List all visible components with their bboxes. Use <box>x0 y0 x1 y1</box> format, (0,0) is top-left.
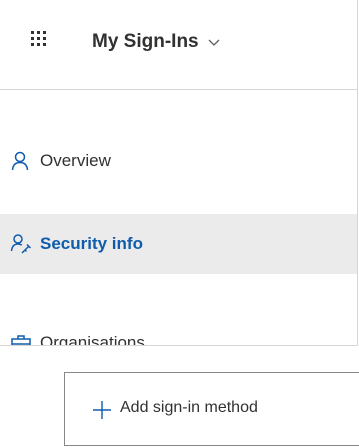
nav-item-organisations[interactable]: Organisations <box>0 313 357 346</box>
plus-icon <box>93 401 111 419</box>
chevron-down-icon <box>208 39 220 46</box>
briefcase-icon <box>11 335 31 345</box>
app-title-dropdown[interactable]: My Sign-Ins <box>92 26 221 58</box>
app-header: My Sign-Ins <box>0 0 357 90</box>
nav-item-label: Organisations <box>40 333 145 346</box>
add-sign-in-method-label: Add sign-in method <box>120 399 258 416</box>
app-title: My Sign-Ins <box>92 31 199 52</box>
add-sign-in-method-button[interactable]: Add sign-in method <box>64 372 359 446</box>
person-icon <box>11 151 29 171</box>
person-key-icon <box>10 234 32 254</box>
nav-panel: My Sign-Ins Overview Security info Organ… <box>0 0 358 346</box>
waffle-icon[interactable] <box>31 31 47 46</box>
nav-item-security-info[interactable]: Security info <box>0 214 357 274</box>
nav-item-overview[interactable]: Overview <box>0 131 357 191</box>
nav-item-label: Security info <box>40 234 143 253</box>
nav-item-label: Overview <box>40 151 111 170</box>
